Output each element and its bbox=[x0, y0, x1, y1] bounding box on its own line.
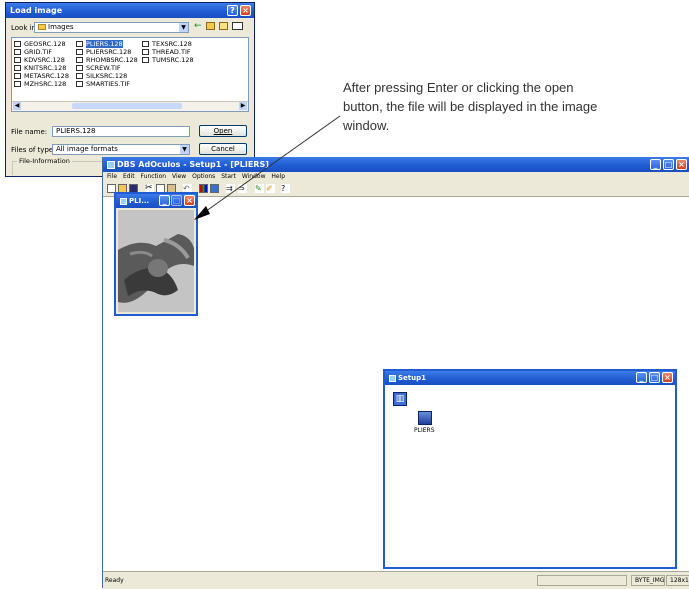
arrowhead-icon bbox=[194, 206, 210, 220]
callout-line bbox=[201, 115, 341, 215]
annotation-arrow bbox=[194, 115, 341, 220]
